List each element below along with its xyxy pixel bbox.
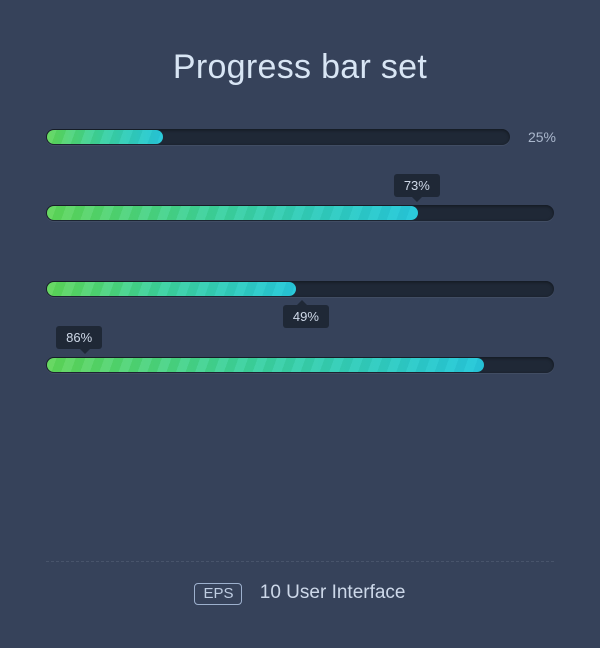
footer: EPS 10 User Interface — [0, 582, 600, 604]
progress-tooltip: 49% — [283, 305, 329, 328]
progress-fill — [47, 130, 163, 144]
progress-track[interactable]: 86% — [46, 357, 554, 373]
progress-bar-row: 86% — [46, 357, 554, 373]
progress-bar-list: 25% 73% 49% 86% — [0, 129, 600, 373]
progress-bar-row: 25% — [46, 129, 554, 145]
eps-badge: EPS — [194, 583, 242, 605]
progress-fill — [47, 358, 484, 372]
page-title: Progress bar set — [0, 48, 600, 87]
progress-label: 25% — [528, 129, 556, 145]
progress-bar-row: 49% — [46, 281, 554, 297]
progress-track[interactable]: 73% — [46, 205, 554, 221]
progress-fill — [47, 206, 418, 220]
progress-fill — [47, 282, 296, 296]
progress-tooltip: 86% — [56, 326, 102, 349]
divider — [46, 561, 554, 562]
progress-track[interactable] — [46, 129, 510, 145]
progress-bar-row: 73% — [46, 205, 554, 221]
progress-track[interactable]: 49% — [46, 281, 554, 297]
progress-tooltip: 73% — [394, 174, 440, 197]
